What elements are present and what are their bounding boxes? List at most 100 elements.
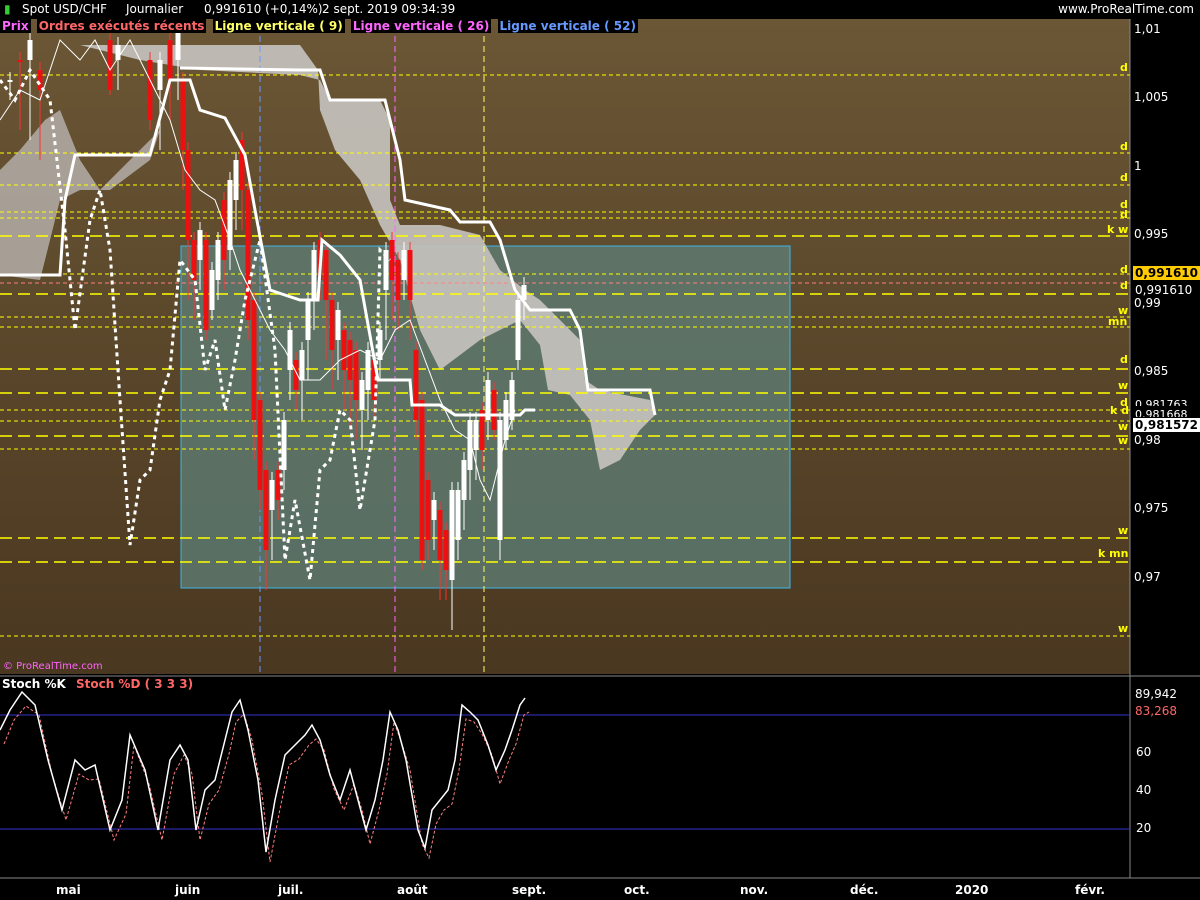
stoch-axis-label: 20 [1136,821,1152,835]
price-tag-3: 0,981572 [1133,418,1200,432]
candle-body [269,480,275,510]
level-mark: k w [1107,223,1129,236]
x-axis-month: août [397,883,428,897]
candle-body [443,530,449,570]
quote-value: 0,991610 (+0,14%) [204,2,323,16]
candle-body [437,510,443,560]
candle-body [329,300,335,350]
candle-body [341,330,347,370]
candle-body [413,350,419,420]
level-mark: d [1120,263,1128,276]
candle-body [431,500,437,520]
last-price-tag: 0,991610 [1133,266,1200,280]
candle-body [323,250,329,300]
candle-body [197,230,203,260]
datetime-label: 2 sept. 2019 09:34:39 [322,2,456,16]
candle-body [245,190,251,320]
candle-body [215,240,221,280]
candle-body [251,300,257,420]
candle-body [233,160,239,200]
site-link[interactable]: www.ProRealTime.com [1058,2,1194,16]
stoch-axis-label: 60 [1136,745,1152,759]
stoch-k-value: 89,942 [1133,687,1179,701]
x-axis-month: mai [56,883,81,897]
price-tag-1: 0,981763 [1133,398,1190,406]
price-axis-label: 0,995 [1134,227,1169,241]
stoch-k-label[interactable]: Stoch %K [0,677,68,691]
level-mark: d [1120,353,1128,366]
stoch-d-value: 83,268 [1133,704,1179,718]
candle-body [147,60,153,120]
stoch-pane [0,678,1130,878]
candle-body [347,340,353,380]
level-mark: mn [1108,315,1128,328]
symbol-title: Spot USD/CHF [22,2,108,16]
level-mark: w [1118,434,1129,447]
candle-body [359,380,365,410]
candle-body [281,420,287,470]
candle-body [27,40,33,60]
prorealtime-watermark: © ProRealTime.com [3,661,103,672]
title-bar: ▮ Spot USD/CHF Journalier 0,991610 (+0,1… [0,0,1200,19]
candle-body [419,400,425,560]
candle-body [299,350,305,380]
level-mark: d [1120,208,1128,221]
stoch-axis-label: 40 [1136,783,1152,797]
x-axis-month: févr. [1075,883,1105,897]
price-axis-label: 1,005 [1134,90,1169,104]
x-axis-month: juin [175,883,201,897]
stoch-legend: Stoch %K Stoch %D ( 3 3 3) [0,677,197,691]
x-axis-month: 2020 [955,883,989,897]
price-axis-label: 1 [1134,159,1142,173]
legend-prix[interactable]: Prix [0,19,31,33]
level-mark: w [1118,420,1129,433]
signal-icon: ▮ [4,2,11,16]
candle-body [263,470,269,550]
candle-body [515,300,521,360]
candle-body [257,400,263,490]
legend-vline-26[interactable]: Ligne verticale ( 26) [350,19,492,33]
candle-body [305,300,311,340]
legend-vline-9[interactable]: Ligne verticale ( 9) [212,19,345,33]
level-mark: d [1120,279,1128,292]
candle-body [37,70,43,90]
level-mark: k mn [1098,547,1129,560]
candle-body [209,270,215,310]
candle-body [473,420,479,450]
legend-vline-52[interactable]: Ligne verticale ( 52) [497,19,638,33]
x-axis-month: juil. [278,883,304,897]
x-axis-month: déc. [850,883,879,897]
candle-body [311,250,317,300]
level-mark: w [1118,379,1129,392]
price-axis-label: 0,975 [1134,501,1169,515]
candle-body [180,80,186,150]
candle-body [157,60,163,90]
last-price-small: 0,991610 [1133,283,1195,297]
level-mark: d [1120,140,1128,153]
candle-body [497,420,503,540]
candle-body [449,490,455,580]
candle-body [401,250,407,280]
candle-body [353,350,359,400]
candle-body [107,40,113,90]
price-axis-label: 0,98 [1134,433,1161,447]
price-axis-label: 0,97 [1134,570,1161,584]
x-axis-month: oct. [624,883,650,897]
candle-body [503,400,509,440]
price-axis-label: 1,01 [1134,22,1161,36]
x-axis-month: nov. [740,883,769,897]
level-mark: d [1120,171,1128,184]
level-mark: k d [1110,404,1130,417]
candle-body [455,490,461,540]
level-mark: d [1120,61,1128,74]
stoch-d-label[interactable]: Stoch %D ( 3 3 3) [73,677,196,691]
indicator-legend: Prix Ordres exécutés récents Ligne verti… [0,19,640,36]
candle-body [203,240,209,330]
price-tag-2: 0,981668 [1133,408,1190,417]
legend-orders[interactable]: Ordres exécutés récents [36,19,207,33]
candle-body [335,310,341,340]
level-mark: w [1118,524,1129,537]
candle-body [425,480,431,540]
candle-body [407,250,413,300]
period-label: Journalier [126,2,184,16]
